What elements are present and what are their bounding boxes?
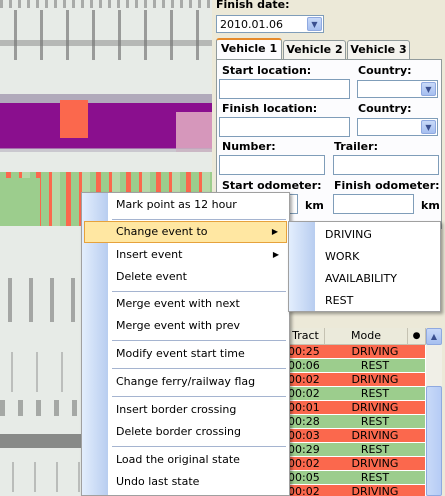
menu-separator: [112, 368, 286, 369]
menu-item-modify-start-time[interactable]: Modify event start time: [84, 343, 287, 365]
menu-separator: [112, 291, 286, 292]
tab-vehicle-2[interactable]: Vehicle 2: [283, 40, 346, 59]
menu-separator: [112, 396, 286, 397]
finish-date-picker[interactable]: 2010.01.06 ▼: [216, 15, 324, 33]
menu-item-insert-border-crossing[interactable]: Insert border crossing: [84, 399, 287, 421]
table-row[interactable]: 00:02 DRIVING: [287, 373, 425, 387]
menu-item-merge-next[interactable]: Merge event with next: [84, 293, 287, 315]
row-mode: REST: [360, 387, 390, 400]
chevron-down-icon[interactable]: ▼: [307, 17, 322, 31]
grid-scrollbar[interactable]: ▲: [426, 328, 442, 496]
chevron-down-icon[interactable]: ▼: [421, 120, 436, 134]
row-mode: REST: [360, 415, 390, 428]
menu-item-merge-prev[interactable]: Merge event with prev: [84, 315, 287, 337]
row-tract-time: 00:02: [288, 373, 320, 386]
menu-item-change-event-to[interactable]: Change event to ▶: [84, 221, 287, 243]
column-header-flag[interactable]: ●: [408, 328, 426, 345]
table-row[interactable]: 00:28 REST: [287, 415, 425, 429]
menu-item-insert-event[interactable]: Insert event ▶: [84, 244, 287, 266]
row-tract-time: 00:06: [288, 359, 320, 372]
menu-item-delete-event[interactable]: Delete event: [84, 266, 287, 288]
country-label-2: Country:: [358, 102, 412, 115]
km-unit-1: km: [305, 199, 324, 212]
tab-vehicle-1[interactable]: Vehicle 1: [216, 38, 282, 60]
table-row[interactable]: 00:06 REST: [287, 359, 425, 373]
row-tract-time: 00:05: [288, 471, 320, 484]
table-row[interactable]: 00:29 REST: [287, 443, 425, 457]
row-tract-time: 00:02: [288, 387, 320, 400]
row-mode: DRIVING: [351, 429, 399, 442]
tab-vehicle-3[interactable]: Vehicle 3: [347, 40, 410, 59]
row-tract-time: 00:25: [288, 345, 320, 358]
row-tract-time: 00:02: [288, 457, 320, 470]
column-header-mode[interactable]: Mode: [325, 328, 408, 345]
submenu-arrow-icon: ▶: [272, 250, 279, 259]
submenu-item-rest[interactable]: REST: [291, 290, 438, 312]
menu-item-undo-last-state[interactable]: Undo last state: [84, 471, 287, 493]
menu-separator: [112, 446, 286, 447]
finish-location-input[interactable]: [219, 117, 350, 137]
row-mode: DRIVING: [351, 401, 399, 414]
menu-separator: [112, 340, 286, 341]
column-header-tract[interactable]: Tract: [287, 328, 325, 345]
table-row[interactable]: 00:05 REST: [287, 471, 425, 485]
menu-item-delete-border-crossing[interactable]: Delete border crossing: [84, 421, 287, 443]
row-mode: DRIVING: [351, 373, 399, 386]
chevron-down-icon[interactable]: ▼: [421, 82, 436, 96]
row-mode: DRIVING: [351, 457, 399, 470]
row-mode: REST: [360, 443, 390, 456]
scroll-up-icon[interactable]: ▲: [426, 328, 442, 345]
row-tract-time: 00:02: [288, 485, 320, 496]
menu-item-change-ferry-flag[interactable]: Change ferry/railway flag: [84, 371, 287, 393]
row-mode: REST: [360, 359, 390, 372]
row-tract-time: 00:28: [288, 415, 320, 428]
scrollbar-thumb[interactable]: [426, 386, 442, 496]
row-mode: DRIVING: [351, 485, 399, 496]
start-location-label: Start location:: [222, 64, 312, 77]
table-row[interactable]: 00:01 DRIVING: [287, 401, 425, 415]
table-row[interactable]: 00:02 REST: [287, 387, 425, 401]
start-location-input[interactable]: [219, 79, 350, 99]
number-input[interactable]: [219, 155, 325, 175]
finish-date-value: 2010.01.06: [220, 18, 283, 31]
row-tract-time: 00:01: [288, 401, 320, 414]
start-odometer-label: Start odometer:: [222, 179, 322, 192]
finish-odometer-label: Finish odometer:: [334, 179, 440, 192]
submenu-arrow-icon: ▶: [271, 227, 278, 236]
finish-location-label: Finish location:: [222, 102, 318, 115]
events-grid[interactable]: Tract Mode ● 00:25 DRIVING 00:06 REST 00:02 D…: [287, 328, 442, 496]
trailer-input[interactable]: [333, 155, 439, 175]
table-row[interactable]: 00:02 DRIVING: [287, 485, 425, 496]
finish-country-select[interactable]: ▼: [357, 118, 438, 136]
km-unit-2: km: [421, 199, 440, 212]
row-mode: REST: [360, 471, 390, 484]
change-event-submenu: DRIVING WORK AVAILABILITY REST: [288, 221, 441, 312]
submenu-item-availability[interactable]: AVAILABILITY: [291, 268, 438, 290]
finish-odometer-input[interactable]: [333, 194, 414, 214]
finish-date-label: Finish date:: [216, 0, 290, 11]
context-menu: Mark point as 12 hour Change event to ▶ I…: [81, 192, 290, 496]
table-row[interactable]: 00:03 DRIVING: [287, 429, 425, 443]
number-label: Number:: [222, 140, 276, 153]
row-mode: DRIVING: [351, 345, 399, 358]
submenu-item-work[interactable]: WORK: [291, 246, 438, 268]
table-row[interactable]: 00:25 DRIVING: [287, 345, 425, 359]
menu-item-mark-12-hour[interactable]: Mark point as 12 hour: [84, 194, 287, 216]
submenu-item-driving[interactable]: DRIVING: [291, 224, 438, 246]
start-country-select[interactable]: ▼: [357, 80, 438, 98]
country-label-1: Country:: [358, 64, 412, 77]
table-row[interactable]: 00:02 DRIVING: [287, 457, 425, 471]
events-rows: 00:25 DRIVING 00:06 REST 00:02 DRIVING 00:02 RE…: [287, 345, 425, 496]
menu-separator: [112, 219, 286, 220]
row-tract-time: 00:03: [288, 429, 320, 442]
trailer-label: Trailer:: [334, 140, 378, 153]
menu-item-load-original-state[interactable]: Load the original state: [84, 449, 287, 471]
row-tract-time: 00:29: [288, 443, 320, 456]
